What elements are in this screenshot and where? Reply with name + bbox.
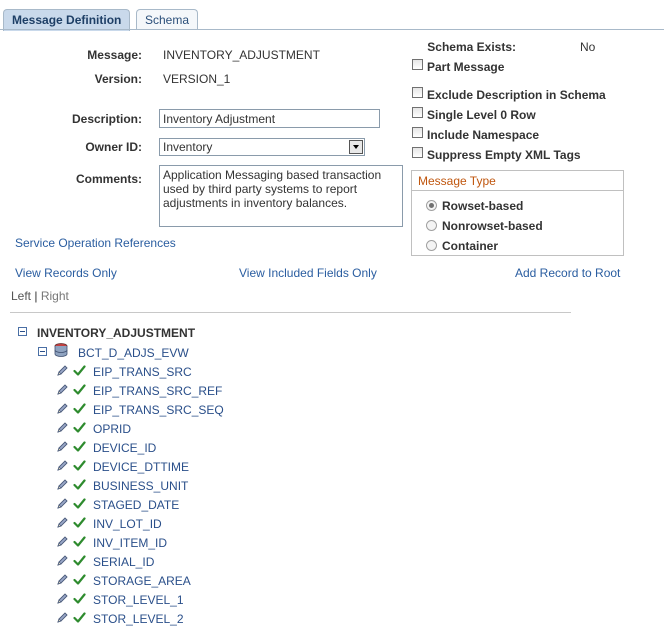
- align-left-link[interactable]: Left: [11, 289, 31, 303]
- check-icon: [73, 555, 86, 566]
- collapse-root-icon[interactable]: [18, 327, 27, 336]
- pencil-icon[interactable]: [56, 535, 69, 548]
- radio-rowset-based[interactable]: [426, 200, 437, 211]
- check-icon: [73, 536, 86, 547]
- tab-divider: [0, 29, 664, 30]
- tree-field-name[interactable]: EIP_TRANS_SRC_REF: [93, 384, 222, 398]
- alignment-toggle: Left | Right: [11, 289, 69, 303]
- pencil-icon[interactable]: [56, 440, 69, 453]
- chevron-down-icon[interactable]: [349, 140, 363, 154]
- owner-id-value: Inventory: [163, 140, 213, 154]
- tree-field-name[interactable]: EIP_TRANS_SRC: [93, 365, 192, 379]
- check-icon: [73, 593, 86, 604]
- check-icon: [73, 365, 86, 376]
- check-icon: [73, 403, 86, 414]
- message-type-group: Message Type Rowset-based Nonrowset-base…: [411, 170, 624, 256]
- tree-field-name[interactable]: DEVICE_ID: [93, 441, 156, 455]
- pencil-icon[interactable]: [56, 516, 69, 529]
- check-icon: [73, 574, 86, 585]
- pencil-icon[interactable]: [56, 402, 69, 415]
- message-type-title: Message Type: [412, 171, 623, 191]
- tree-field-name[interactable]: STOR_LEVEL_1: [93, 593, 184, 607]
- include-namespace-checkbox[interactable]: [412, 127, 423, 138]
- owner-id-select[interactable]: Inventory: [159, 138, 365, 156]
- version-label: Version:: [94, 72, 142, 86]
- include-namespace-label: Include Namespace: [427, 128, 540, 142]
- radio-container[interactable]: [426, 240, 437, 251]
- schema-exists-label: Schema Exists:: [427, 40, 516, 54]
- single-level-checkbox[interactable]: [412, 107, 423, 118]
- tree-divider: [10, 312, 571, 313]
- service-operation-references-link[interactable]: Service Operation References: [15, 236, 176, 250]
- description-input[interactable]: [159, 109, 380, 128]
- check-icon: [73, 498, 86, 509]
- align-right-link[interactable]: Right: [41, 289, 69, 303]
- pencil-icon[interactable]: [56, 421, 69, 434]
- message-label: Message:: [87, 48, 142, 62]
- single-level-label: Single Level 0 Row: [427, 108, 536, 122]
- radio-nonrowset-based[interactable]: [426, 220, 437, 231]
- tree-field-name[interactable]: STORAGE_AREA: [93, 574, 191, 588]
- tree-field-name[interactable]: BUSINESS_UNIT: [93, 479, 188, 493]
- check-icon: [73, 384, 86, 395]
- nonrowset-based-label: Nonrowset-based: [442, 219, 543, 233]
- tab-schema[interactable]: Schema: [136, 9, 199, 30]
- tree-field-name[interactable]: OPRID: [93, 422, 131, 436]
- check-icon: [73, 441, 86, 452]
- tree-field-name[interactable]: SERIAL_ID: [93, 555, 154, 569]
- pencil-icon[interactable]: [56, 592, 69, 605]
- tab-message-definition[interactable]: Message Definition: [3, 9, 131, 31]
- tree-field-name[interactable]: EIP_TRANS_SRC_SEQ: [93, 403, 224, 417]
- message-value: INVENTORY_ADJUSTMENT: [163, 48, 320, 62]
- pencil-icon[interactable]: [56, 497, 69, 510]
- suppress-empty-checkbox[interactable]: [412, 147, 423, 158]
- pencil-icon[interactable]: [56, 573, 69, 586]
- owner-id-label: Owner ID:: [85, 140, 142, 154]
- pencil-icon[interactable]: [56, 478, 69, 491]
- database-icon: [54, 343, 68, 357]
- exclude-description-checkbox[interactable]: [412, 87, 423, 98]
- part-message-checkbox[interactable]: [412, 59, 423, 70]
- suppress-empty-label: Suppress Empty XML Tags: [427, 148, 581, 162]
- tree-root-label[interactable]: INVENTORY_ADJUSTMENT: [37, 326, 195, 340]
- align-separator: |: [34, 289, 38, 303]
- pencil-icon[interactable]: [56, 554, 69, 567]
- tree-field-name[interactable]: DEVICE_DTTIME: [93, 460, 189, 474]
- check-icon: [73, 460, 86, 471]
- tree-record-label[interactable]: BCT_D_ADJS_EVW: [78, 346, 189, 360]
- container-label: Container: [442, 239, 499, 253]
- check-icon: [73, 422, 86, 433]
- exclude-description-label: Exclude Description in Schema: [427, 88, 606, 102]
- tab-bar: Message Definition Schema: [0, 0, 664, 31]
- tree-field-name[interactable]: INV_LOT_ID: [93, 517, 162, 531]
- description-label: Description:: [71, 112, 142, 126]
- add-record-to-root-link[interactable]: Add Record to Root: [515, 266, 620, 280]
- view-included-fields-link[interactable]: View Included Fields Only: [239, 266, 377, 280]
- pencil-icon[interactable]: [56, 459, 69, 472]
- pencil-icon[interactable]: [56, 364, 69, 377]
- check-icon: [73, 612, 86, 623]
- comments-textarea[interactable]: [159, 165, 403, 227]
- check-icon: [73, 517, 86, 528]
- rowset-based-label: Rowset-based: [442, 199, 524, 213]
- view-records-only-link[interactable]: View Records Only: [15, 266, 117, 280]
- schema-exists-value: No: [580, 40, 596, 54]
- check-icon: [73, 479, 86, 490]
- tree-field-name[interactable]: STAGED_DATE: [93, 498, 179, 512]
- collapse-record-icon[interactable]: [38, 347, 47, 356]
- version-value: VERSION_1: [163, 72, 231, 86]
- comments-label: Comments:: [75, 172, 142, 186]
- pencil-icon[interactable]: [56, 611, 69, 624]
- pencil-icon[interactable]: [56, 383, 69, 396]
- tree-field-name[interactable]: STOR_LEVEL_2: [93, 612, 184, 626]
- part-message-label: Part Message: [427, 60, 505, 74]
- tree-field-name[interactable]: INV_ITEM_ID: [93, 536, 167, 550]
